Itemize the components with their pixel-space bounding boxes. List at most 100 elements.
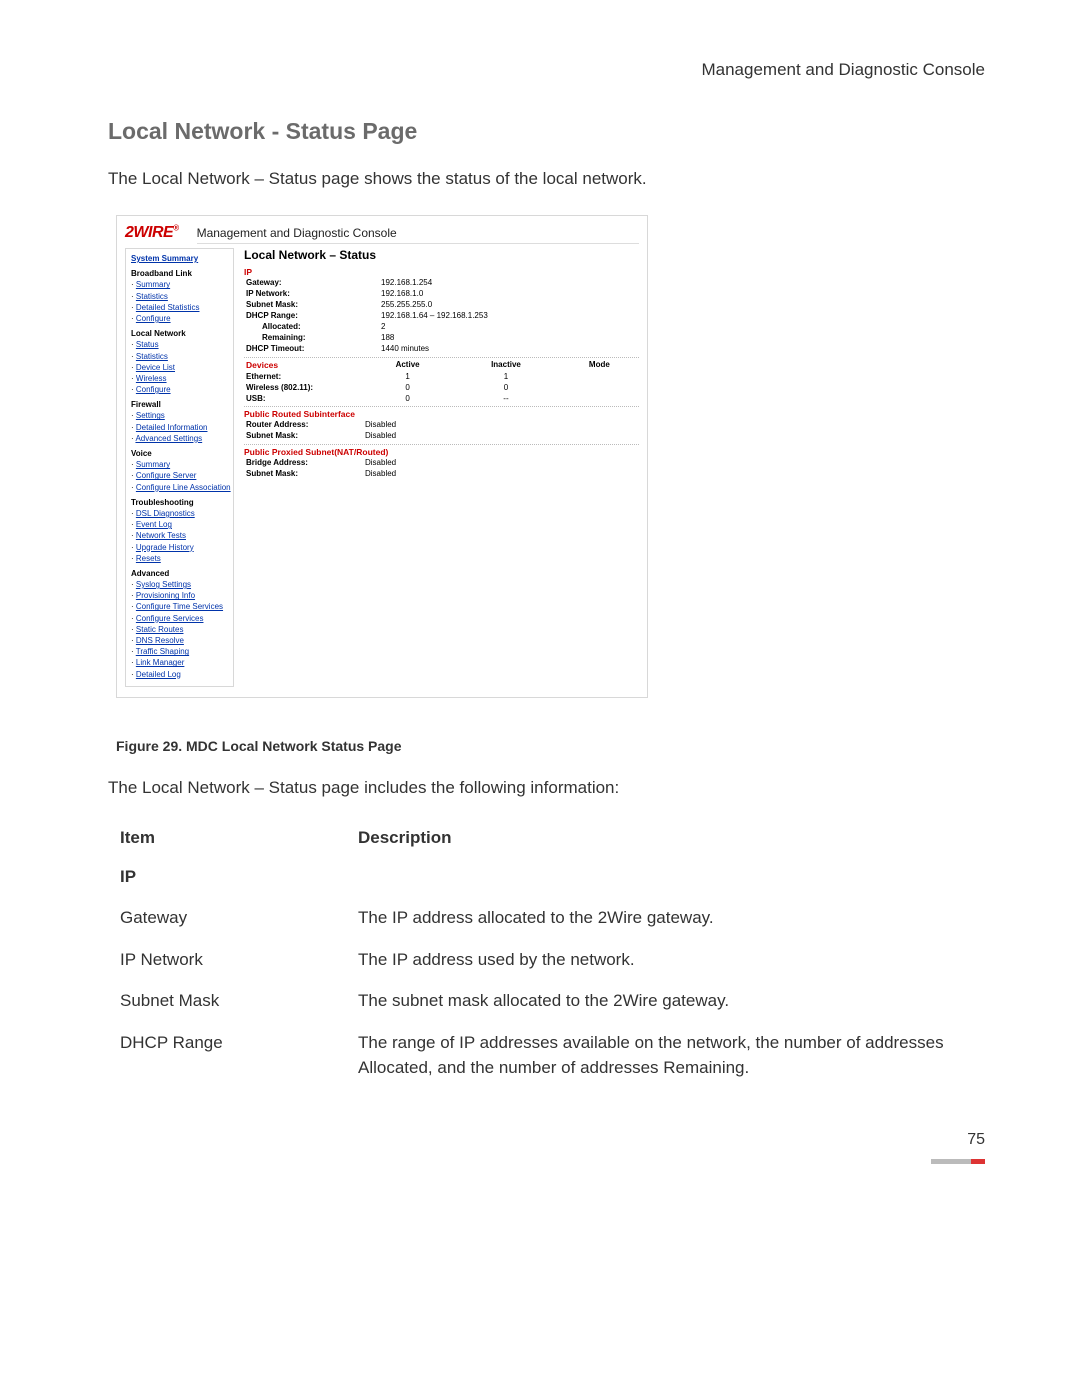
document-page: Management and Diagnostic Console Local … [0, 0, 1080, 1204]
nav-link[interactable]: Detailed Log [136, 670, 181, 679]
nav-item: Configure [131, 384, 228, 395]
nav-link[interactable]: Configure [136, 385, 171, 394]
nav-sidebar: System Summary Broadband LinkSummaryStat… [125, 248, 234, 687]
col-mode: Mode [560, 360, 639, 372]
nav-link[interactable]: Advanced Settings [135, 434, 202, 443]
nav-item: Detailed Information [131, 422, 228, 433]
row-label: Subnet Mask: [244, 469, 363, 480]
logo-text: 2WIRE [125, 224, 173, 241]
data-row: Gateway:192.168.1.254 [244, 278, 639, 289]
content-page-title: Local Network – Status [244, 248, 639, 263]
device-active: 0 [363, 393, 452, 404]
row-label: Bridge Address: [244, 458, 363, 469]
device-inactive: 0 [452, 382, 560, 393]
device-inactive: -- [452, 393, 560, 404]
nav-link[interactable]: Configure Line Association [136, 483, 231, 492]
ip-heading: IP [244, 267, 639, 278]
device-mode [560, 382, 639, 393]
row-label: Gateway: [244, 278, 379, 289]
nav-link[interactable]: Link Manager [136, 658, 184, 667]
row-label: Subnet Mask: [244, 431, 363, 442]
routed-table: Router Address:DisabledSubnet Mask:Disab… [244, 420, 639, 442]
nav-link[interactable]: Statistics [136, 292, 168, 301]
nav-link[interactable]: Configure Server [136, 471, 196, 480]
desc-text: The IP address allocated to the 2Wire ga… [358, 899, 985, 941]
nav-link[interactable]: Configure Services [136, 614, 204, 623]
figure-caption: Figure 29. MDC Local Network Status Page [116, 738, 985, 754]
nav-group-label: Voice [131, 448, 228, 459]
page-number: 75 [108, 1131, 985, 1149]
running-header: Management and Diagnostic Console [108, 60, 985, 80]
nav-item: Link Manager [131, 657, 228, 668]
routed-heading: Public Routed Subinterface [244, 409, 639, 420]
device-row: Ethernet:11 [244, 371, 639, 382]
device-label: USB: [244, 393, 363, 404]
info-lead-text: The Local Network – Status page includes… [108, 778, 985, 798]
nav-item: Detailed Log [131, 669, 228, 680]
desc-subhead: IP [120, 858, 985, 900]
nav-item: Summary [131, 279, 228, 290]
brand-logo: 2WIRE® [125, 223, 179, 243]
data-row: Subnet Mask:Disabled [244, 431, 639, 442]
nav-link[interactable]: Configure [136, 314, 171, 323]
nav-group-label: Troubleshooting [131, 497, 228, 508]
nav-link[interactable]: Event Log [136, 520, 172, 529]
data-row: DHCP Timeout:1440 minutes [244, 344, 639, 355]
nav-link[interactable]: Upgrade History [136, 543, 194, 552]
nav-link[interactable]: Syslog Settings [136, 580, 191, 589]
row-value: Disabled [363, 469, 639, 480]
device-row: Wireless (802.11):00 [244, 382, 639, 393]
nav-link[interactable]: Static Routes [136, 625, 184, 634]
nav-link[interactable]: Settings [136, 411, 165, 420]
nav-link[interactable]: Detailed Information [136, 423, 208, 432]
row-value: Disabled [363, 458, 639, 469]
nav-link[interactable]: Traffic Shaping [136, 647, 189, 656]
nav-link[interactable]: Configure Time Services [136, 602, 223, 611]
nav-item: DSL Diagnostics [131, 508, 228, 519]
device-mode [560, 393, 639, 404]
divider [244, 444, 639, 445]
row-value: 188 [379, 333, 639, 344]
row-label: Remaining: [244, 333, 379, 344]
desc-item: Subnet Mask [120, 982, 358, 1024]
nav-link[interactable]: Summary [136, 280, 170, 289]
desc-text: The subnet mask allocated to the 2Wire g… [358, 982, 985, 1024]
desc-row: IP NetworkThe IP address used by the net… [120, 941, 985, 983]
nav-item: Statistics [131, 291, 228, 302]
data-row: Subnet Mask:255.255.255.0 [244, 300, 639, 311]
nav-link[interactable]: Statistics [136, 352, 168, 361]
nav-link[interactable]: Summary [136, 460, 170, 469]
row-value: 192.168.1.0 [379, 289, 639, 300]
nav-item: Traffic Shaping [131, 646, 228, 657]
device-active: 1 [363, 371, 452, 382]
nav-link[interactable]: Device List [136, 363, 175, 372]
nav-link[interactable]: Status [136, 340, 159, 349]
data-row: DHCP Range:192.168.1.64 – 192.168.1.253 [244, 311, 639, 322]
device-label: Wireless (802.11): [244, 382, 363, 393]
nav-link[interactable]: DNS Resolve [136, 636, 184, 645]
devices-heading: Devices [244, 360, 363, 372]
desc-row: DHCP RangeThe range of IP addresses avai… [120, 1024, 985, 1091]
data-row: IP Network:192.168.1.0 [244, 289, 639, 300]
console-title: Management and Diagnostic Console [197, 222, 639, 244]
nav-link[interactable]: DSL Diagnostics [136, 509, 195, 518]
nav-link[interactable]: Detailed Statistics [136, 303, 200, 312]
nav-item: Configure Line Association [131, 482, 228, 493]
nav-link[interactable]: Network Tests [136, 531, 186, 540]
row-label: DHCP Range: [244, 311, 379, 322]
nav-item: Static Routes [131, 624, 228, 635]
nav-link[interactable]: Provisioning Info [136, 591, 195, 600]
nav-system-summary[interactable]: System Summary [131, 253, 228, 264]
nav-item: Network Tests [131, 530, 228, 541]
col-item: Item [120, 822, 358, 858]
nav-item: Resets [131, 553, 228, 564]
row-label: DHCP Timeout: [244, 344, 379, 355]
row-label: IP Network: [244, 289, 379, 300]
nav-item: Statistics [131, 351, 228, 362]
row-label: Router Address: [244, 420, 363, 431]
screenshot-header: 2WIRE® Management and Diagnostic Console [125, 222, 639, 244]
nav-link[interactable]: Wireless [136, 374, 167, 383]
nav-link[interactable]: Resets [136, 554, 161, 563]
nav-group-label: Advanced [131, 568, 228, 579]
nav-item: Event Log [131, 519, 228, 530]
